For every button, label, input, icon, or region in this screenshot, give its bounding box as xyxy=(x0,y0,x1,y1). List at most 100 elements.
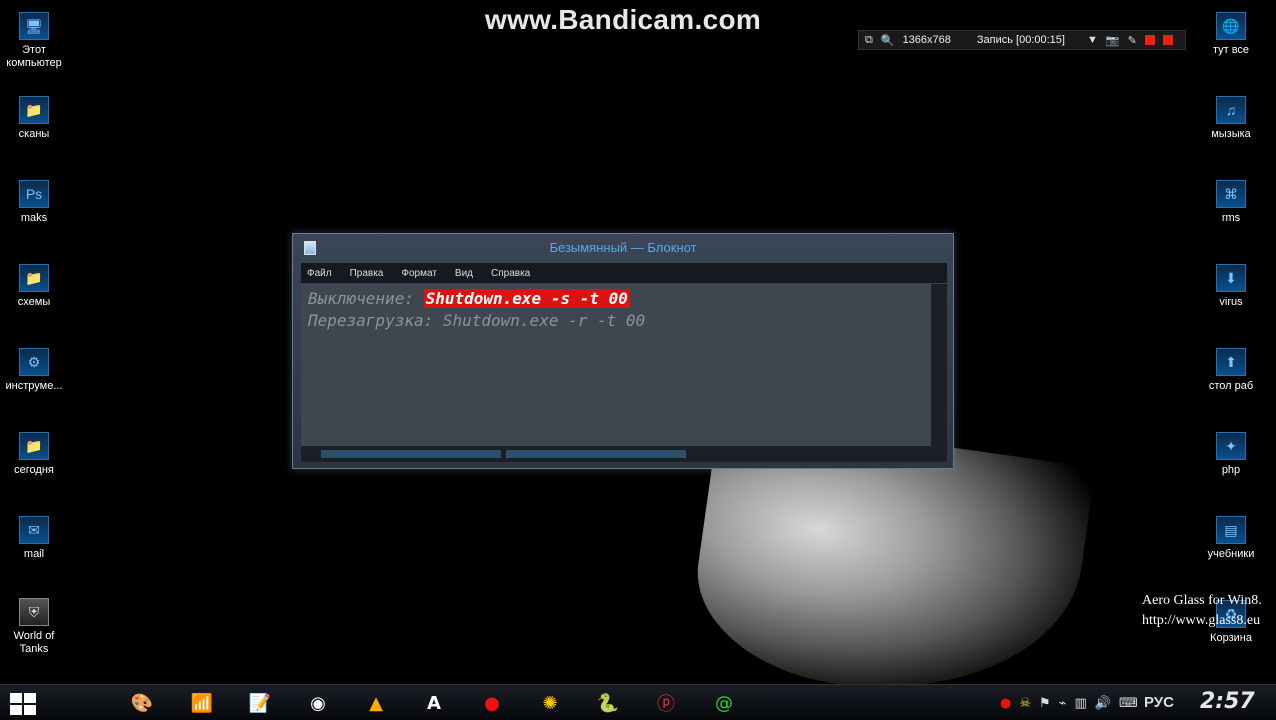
desktop-icon-textbooks[interactable]: ▤ учебники xyxy=(1196,516,1266,561)
books-icon: ▤ xyxy=(1216,516,1246,544)
desktop-icon-today[interactable]: 📁 сегодня xyxy=(0,432,69,477)
tray-flag-icon[interactable]: ⚑ xyxy=(1039,696,1051,711)
system-tray: ● ☠ ⚑ ⌁ ▥ 🔊 ⌨ xyxy=(1000,693,1138,713)
desktop-icon-label: учебники xyxy=(1207,548,1255,560)
magnifier-icon[interactable]: 🔍 xyxy=(881,34,895,47)
taskbar-app-paint-icon[interactable]: 🎨 xyxy=(122,689,162,717)
notepad-text-area[interactable]: Выключение: Shutdown.exe -s -t 00 Переза… xyxy=(301,284,931,446)
desktop-icon-virus[interactable]: ⬇ virus xyxy=(1196,264,1266,309)
pencil-icon[interactable]: ✎ xyxy=(1128,34,1137,47)
notepad-window[interactable]: Безымянный — Блокнот Файл Правка Формат … xyxy=(292,233,954,469)
taskbar-clock[interactable]: 2:57 xyxy=(1200,689,1255,714)
bandicam-recording-bar: ⧉ 🔍 1366x768 Запись [00:00:15] ▼ 📷 ✎ xyxy=(858,30,1186,50)
tray-network-icon[interactable]: ▥ xyxy=(1074,696,1086,711)
tools-icon: ⚙ xyxy=(19,348,49,376)
menu-file[interactable]: Файл xyxy=(307,268,332,279)
vertical-scrollbar[interactable] xyxy=(931,284,947,446)
start-button[interactable] xyxy=(10,693,36,715)
desktop-icon-label: Корзина xyxy=(1210,632,1252,644)
photoshop-icon: Ps xyxy=(19,180,49,208)
globe-icon: 🌐 xyxy=(1216,12,1246,40)
notepad-menubar: Файл Правка Формат Вид Справка xyxy=(301,263,947,283)
stop-record-icon[interactable] xyxy=(1162,35,1173,45)
window-mode-icon[interactable]: ⧉ xyxy=(865,34,873,47)
folder-icon: 📁 xyxy=(19,432,49,460)
desktop-icon-rms[interactable]: ⌘ rms xyxy=(1196,180,1266,225)
desktop-icon-label: World of Tanks xyxy=(13,630,55,655)
desktop-icon-label: Этот компьютер xyxy=(6,44,62,69)
tray-volume-icon[interactable]: 🔊 xyxy=(1095,696,1111,711)
notepad-titlebar[interactable]: Безымянный — Блокнот xyxy=(293,234,953,262)
tray-skull-icon[interactable]: ☠ xyxy=(1019,696,1031,711)
stop-square-icon[interactable] xyxy=(1144,35,1155,45)
network-icon: ⌘ xyxy=(1216,180,1246,208)
desktop-icon-scans[interactable]: 📁 сканы xyxy=(0,96,69,141)
desktop-icon-label: maks xyxy=(20,212,48,224)
aero-glass-watermark: Aero Glass for Win8. http://www.glass8.e… xyxy=(1142,591,1276,631)
menu-view[interactable]: Вид xyxy=(455,268,473,279)
world-of-tanks-icon: ⛨ xyxy=(19,598,49,626)
taskbar-app-signal-icon[interactable]: 📶 xyxy=(182,689,222,717)
scroll-track-segment[interactable] xyxy=(506,450,686,458)
desktop-icon-this-computer[interactable]: 🖥 Этот компьютер xyxy=(0,12,69,70)
bandicam-watermark: www.Bandicam.com xyxy=(485,4,762,35)
taskbar-app-citrus-icon[interactable]: ✺ xyxy=(530,689,570,717)
desktop-icon-world-of-tanks[interactable]: ⛨ World of Tanks xyxy=(0,598,69,656)
taskbar-app-bandicam-icon[interactable]: ● xyxy=(472,689,512,717)
taskbar-app-chrome-icon[interactable]: ◉ xyxy=(298,689,338,717)
tray-keyboard-icon[interactable]: ⌨ xyxy=(1119,696,1138,711)
desktop-icon-tools[interactable]: ⚙ инструме... xyxy=(0,348,69,393)
shutdown-label: Выключение: xyxy=(308,289,424,308)
menu-help[interactable]: Справка xyxy=(491,268,530,279)
star-icon: ✦ xyxy=(1216,432,1246,460)
desktop-icon-label: тут все xyxy=(1212,44,1250,56)
upload-icon: ⬆ xyxy=(1216,348,1246,376)
folder-icon: 📁 xyxy=(19,264,49,292)
desktop-icon-tut-vse[interactable]: 🌐 тут все xyxy=(1196,12,1266,57)
horizontal-scrollbar[interactable] xyxy=(301,446,947,462)
recording-resolution: 1366x768 xyxy=(902,34,951,46)
dropdown-arrow-icon[interactable]: ▼ xyxy=(1087,34,1098,46)
desktop-icon-label: php xyxy=(1221,464,1241,476)
scroll-thumb[interactable] xyxy=(321,450,501,458)
selected-text: Shutdown.exe -s -t 00 xyxy=(423,289,630,308)
desktop-icon-label: virus xyxy=(1219,296,1243,308)
desktop-icon-stol-rab[interactable]: ⬆ стол раб xyxy=(1196,348,1266,393)
desktop-icon-label: mail xyxy=(23,548,45,560)
desktop-icon-label: мызыка xyxy=(1211,128,1251,140)
menu-edit[interactable]: Правка xyxy=(350,268,384,279)
desktop-icon-label: rms xyxy=(1221,212,1241,224)
desktop-icon-label: схемы xyxy=(17,296,51,308)
camera-icon[interactable]: 📷 xyxy=(1106,34,1120,47)
taskbar-app-notepad-icon[interactable]: 📝 xyxy=(240,689,280,717)
text-line-1: Выключение: Shutdown.exe -s -t 00 xyxy=(308,288,924,310)
taskbar: 🎨 📶 📝 ◉ ▲ A ● ✺ 🐍 ⓟ @ ● ☠ ⚑ ⌁ ▥ 🔊 ⌨ РУС … xyxy=(0,684,1276,720)
menu-format[interactable]: Формат xyxy=(401,268,437,279)
download-icon: ⬇ xyxy=(1216,264,1246,292)
desktop-icon-label: сегодня xyxy=(14,464,54,476)
desktop-icon-label: стол раб xyxy=(1208,380,1254,392)
desktop-icon-mail[interactable]: ✉ mail xyxy=(0,516,69,561)
taskbar-app-font-icon[interactable]: A xyxy=(414,689,454,717)
desktop-icon-php[interactable]: ✦ php xyxy=(1196,432,1266,477)
desktop-icon-label: сканы xyxy=(18,128,50,140)
aero-glass-line1: Aero Glass for Win8. xyxy=(1142,593,1262,608)
aero-glass-url: http://www.glass8.eu xyxy=(1142,613,1261,628)
tray-usb-icon[interactable]: ⌁ xyxy=(1059,696,1067,711)
computer-icon: 🖥 xyxy=(19,12,49,40)
desktop-icon-music[interactable]: ♫ мызыка xyxy=(1196,96,1266,141)
tray-record-icon[interactable]: ● xyxy=(1000,696,1011,711)
text-line-2: Перезагрузка: Shutdown.exe -r -t 00 xyxy=(308,311,646,330)
mail-icon: ✉ xyxy=(19,516,49,544)
music-icon: ♫ xyxy=(1216,96,1246,124)
taskbar-app-python-icon[interactable]: 🐍 xyxy=(588,689,628,717)
language-indicator[interactable]: РУС xyxy=(1144,694,1174,711)
recording-status: Запись [00:00:15] xyxy=(976,34,1065,46)
desktop-icon-schemes[interactable]: 📁 схемы xyxy=(0,264,69,309)
desktop-icon-label: инструме... xyxy=(5,380,63,392)
window-title: Безымянный — Блокнот xyxy=(549,240,697,255)
taskbar-app-pinterest-icon[interactable]: ⓟ xyxy=(646,689,686,717)
desktop-icon-maks[interactable]: Ps maks xyxy=(0,180,69,225)
taskbar-app-mailru-icon[interactable]: @ xyxy=(704,689,744,717)
taskbar-app-aimp-icon[interactable]: ▲ xyxy=(356,689,396,717)
